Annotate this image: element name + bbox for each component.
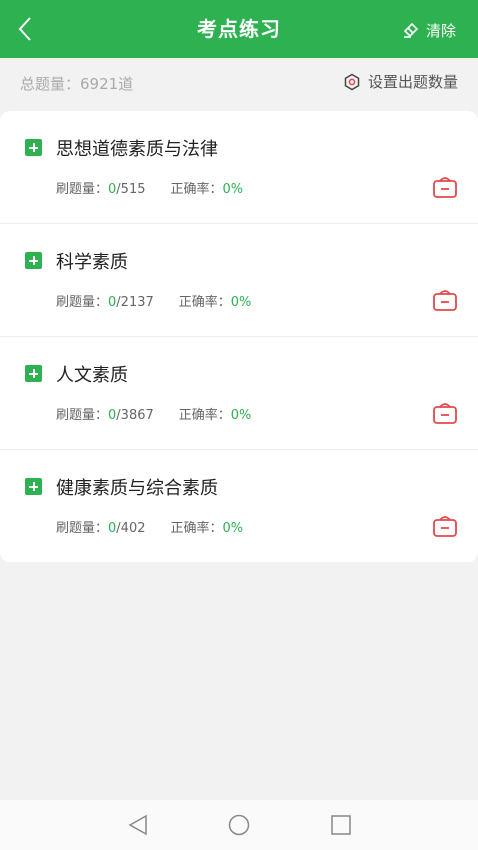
- eraser-icon: [403, 22, 419, 38]
- total-questions: 总题量：6921道: [20, 73, 133, 94]
- square-recents-icon: [331, 815, 351, 835]
- list-item[interactable]: 健康素质与综合素质 刷题量：0/402 正确率：0%: [0, 450, 478, 563]
- triangle-back-icon: [128, 814, 147, 836]
- topic-stats: 刷题量：0/2137 正确率：0%: [56, 295, 252, 310]
- total-value: 6921道: [80, 75, 134, 93]
- clear-label: 清除: [425, 21, 456, 40]
- header-bar: 考点练习 清除: [0, 0, 478, 58]
- total-label: 总题量：: [20, 75, 81, 93]
- topic-stats: 刷题量：0/402 正确率：0%: [56, 521, 244, 536]
- topic-list: 思想道德素质与法律 刷题量：0/515 正确率：0% 科学素质 刷题量：0/21…: [0, 111, 478, 562]
- topic-stats: 刷题量：0/515 正确率：0%: [56, 182, 244, 197]
- expand-plus-icon[interactable]: [25, 252, 42, 269]
- practice-bag-icon[interactable]: [432, 514, 458, 538]
- topic-title: 思想道德素质与法律: [56, 139, 218, 160]
- list-item[interactable]: 科学素质 刷题量：0/2137 正确率：0%: [0, 224, 478, 337]
- nav-back-button[interactable]: [125, 812, 151, 838]
- expand-plus-icon[interactable]: [25, 139, 42, 156]
- topic-title: 科学素质: [56, 252, 128, 273]
- back-button[interactable]: [10, 14, 40, 44]
- expand-plus-icon[interactable]: [25, 365, 42, 382]
- chevron-left-icon: [18, 17, 31, 41]
- practice-bag-icon[interactable]: [432, 401, 458, 425]
- topic-stats: 刷题量：0/3867 正确率：0%: [56, 408, 252, 423]
- system-nav-bar: [0, 800, 478, 850]
- practice-bag-icon[interactable]: [432, 288, 458, 312]
- topic-title: 健康素质与综合素质: [56, 478, 218, 499]
- topic-title: 人文素质: [56, 365, 128, 386]
- gear-icon: [344, 73, 360, 90]
- list-item[interactable]: 人文素质 刷题量：0/3867 正确率：0%: [0, 337, 478, 450]
- list-item[interactable]: 思想道德素质与法律 刷题量：0/515 正确率：0%: [0, 111, 478, 224]
- nav-home-button[interactable]: [226, 812, 252, 838]
- circle-home-icon: [228, 814, 250, 836]
- nav-recents-button[interactable]: [328, 812, 354, 838]
- practice-bag-icon[interactable]: [432, 175, 458, 199]
- clear-button[interactable]: 清除: [402, 18, 456, 42]
- expand-plus-icon[interactable]: [25, 478, 42, 495]
- settings-label: 设置出题数量: [367, 73, 458, 91]
- summary-bar: 总题量：6921道 设置出题数量: [0, 58, 478, 108]
- set-question-count-button[interactable]: 设置出题数量: [343, 71, 458, 92]
